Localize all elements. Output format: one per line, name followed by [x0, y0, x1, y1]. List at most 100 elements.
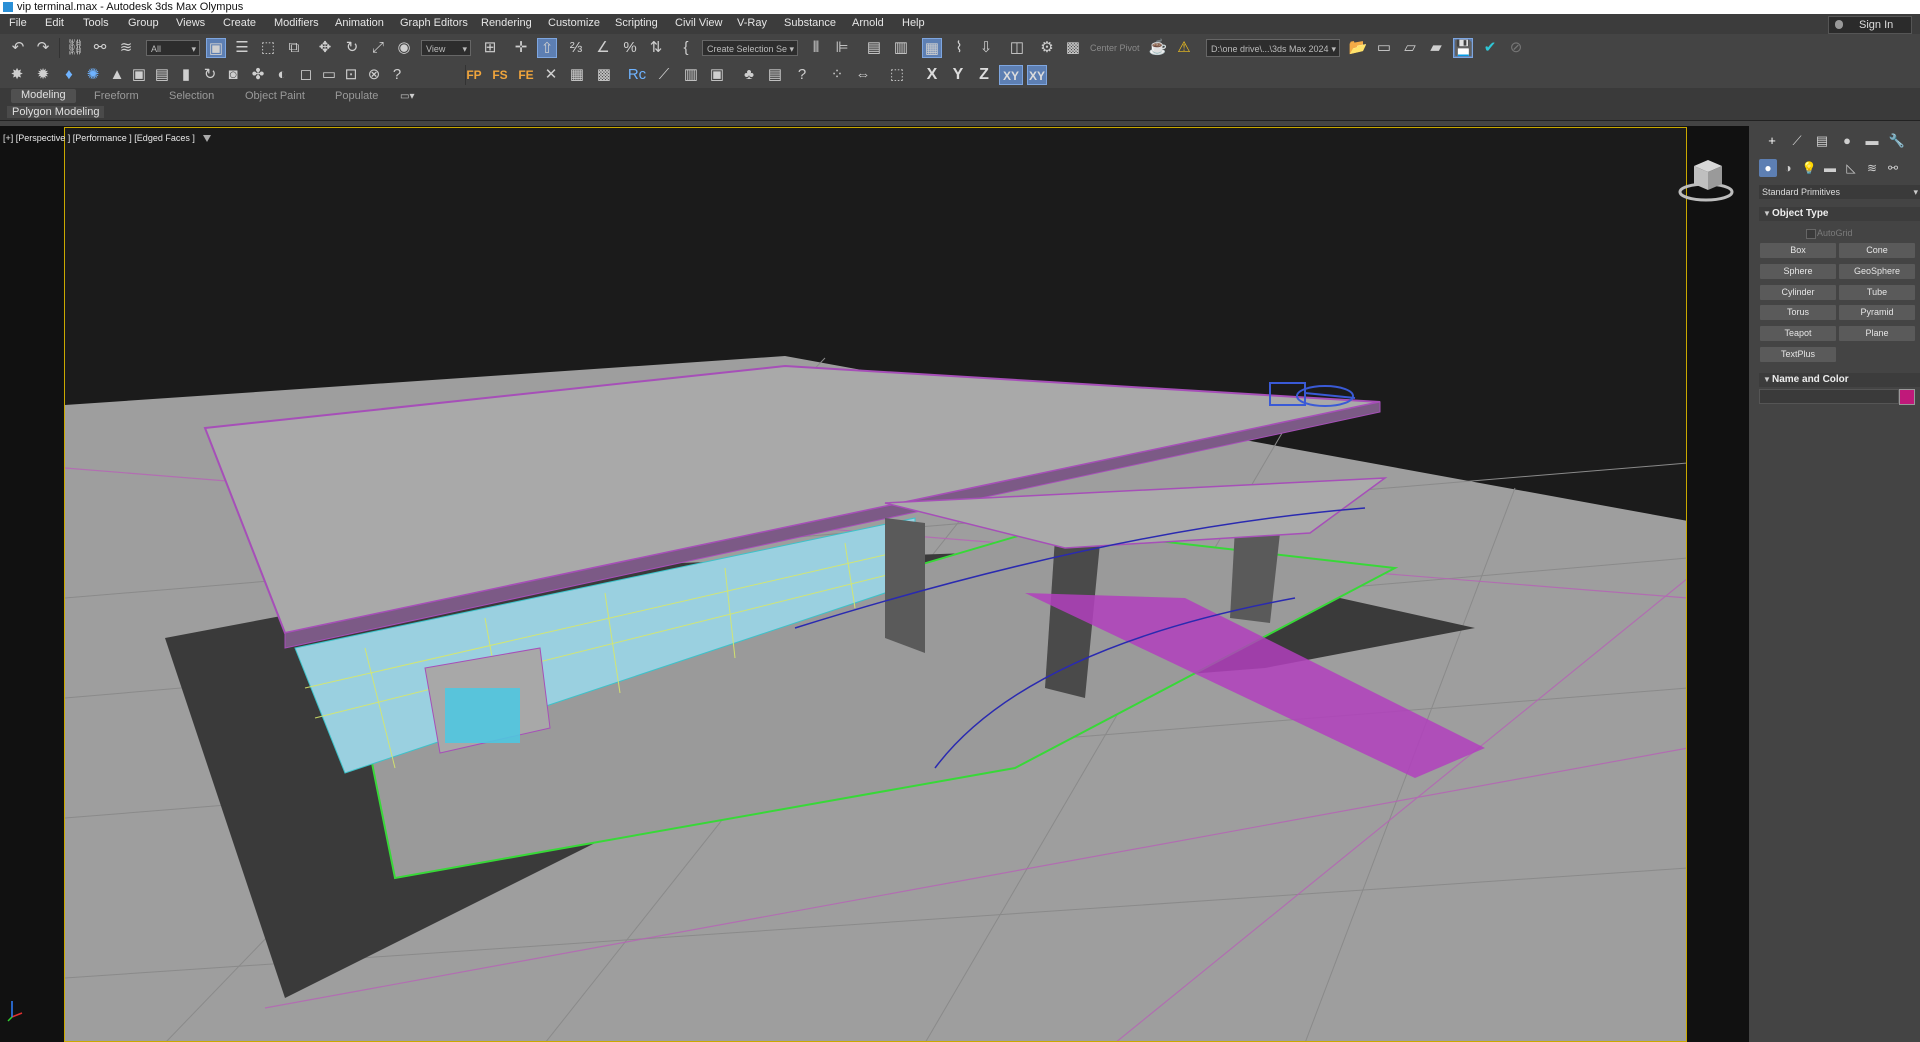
place-icon[interactable]: ◉: [394, 38, 414, 58]
object-color-swatch[interactable]: [1899, 389, 1915, 405]
percent-snap-icon[interactable]: %: [620, 38, 640, 58]
tab-object-paint[interactable]: Object Paint: [245, 90, 305, 102]
viewport-label-text[interactable]: [+] [Perspective ] [Performance ] [Edged…: [3, 133, 195, 143]
torus-button[interactable]: Torus: [1760, 305, 1836, 320]
filter-icon[interactable]: [202, 135, 211, 143]
menu-customize[interactable]: Customize: [548, 17, 600, 29]
link-icon[interactable]: ⛓: [65, 38, 85, 58]
scene-tools-icon[interactable]: ▤: [765, 65, 785, 85]
snaps-toggle-icon[interactable]: ⅔: [566, 38, 586, 58]
render-teapot-icon[interactable]: ☕: [1148, 38, 1168, 58]
axis-xy-cycle-button[interactable]: XY: [1027, 65, 1047, 85]
select-manipulate-icon[interactable]: ✛: [511, 38, 531, 58]
vray-help-icon[interactable]: ?: [387, 65, 407, 85]
project-open-icon[interactable]: 📂: [1348, 38, 1368, 58]
forest-library-icon[interactable]: ▦: [567, 65, 587, 85]
reference-coordinate-dropdown[interactable]: View: [421, 40, 471, 56]
select-object-icon[interactable]: ▣: [206, 38, 226, 58]
move-icon[interactable]: ✥: [315, 38, 335, 58]
vray-ipr-icon[interactable]: ◙: [223, 65, 243, 85]
menu-views[interactable]: Views: [176, 17, 205, 29]
menu-create[interactable]: Create: [223, 17, 256, 29]
unlink-icon[interactable]: ⚯: [90, 38, 110, 58]
teapot-button[interactable]: Teapot: [1760, 326, 1836, 341]
utilities-tab-icon[interactable]: 🔧: [1887, 131, 1907, 151]
project-settings-icon[interactable]: ▰: [1426, 38, 1446, 58]
railclone-icon[interactable]: Rc: [627, 65, 647, 85]
axis-z-button[interactable]: Z: [974, 65, 994, 85]
shapes-icon[interactable]: ◑: [1779, 159, 1797, 177]
redo-icon[interactable]: ↷: [33, 38, 53, 58]
mirror-icon[interactable]: ⫴: [806, 38, 826, 58]
angle-snap-icon[interactable]: ∠: [593, 38, 613, 58]
curve-editor-icon[interactable]: ⌇: [949, 38, 969, 58]
axis-y-button[interactable]: Y: [948, 65, 968, 85]
hierarchy-tab-icon[interactable]: ▤: [1812, 131, 1832, 151]
railclone-materials-icon[interactable]: ▣: [707, 65, 727, 85]
ribbon-toggle-icon[interactable]: ▦: [922, 38, 942, 58]
grid-snap-icon[interactable]: ⁘: [827, 65, 847, 85]
sign-in-button[interactable]: Sign In: [1828, 16, 1912, 34]
project-save-icon[interactable]: ▱: [1400, 38, 1420, 58]
perspective-viewport[interactable]: [64, 127, 1687, 1042]
project-folder-icon[interactable]: ▭: [1374, 38, 1394, 58]
material-editor-icon[interactable]: ◫: [1007, 38, 1027, 58]
center-pivot-label[interactable]: Center Pivot: [1090, 43, 1140, 53]
schematic-view-icon[interactable]: ⇩: [976, 38, 996, 58]
vray-frame-buffer-icon[interactable]: ▮: [176, 65, 196, 85]
autogrid-checkbox[interactable]: AutoGrid: [1806, 228, 1853, 239]
scene-explorer-icon[interactable]: ▤: [864, 38, 884, 58]
name-and-color-rollout[interactable]: ▼ Name and Color: [1759, 373, 1920, 387]
create-tab-icon[interactable]: +: [1762, 131, 1782, 151]
forest-pack-effect-icon[interactable]: FE: [516, 65, 536, 85]
window-crossing-icon[interactable]: ⧉: [284, 38, 304, 58]
tab-modeling[interactable]: Modeling: [11, 89, 76, 103]
box-button[interactable]: Box: [1760, 243, 1836, 258]
menu-help[interactable]: Help: [902, 17, 925, 29]
object-name-field[interactable]: [1759, 389, 1899, 404]
spinner-snap-icon[interactable]: ⇅: [646, 38, 666, 58]
axis-xy-button[interactable]: XY: [999, 65, 1023, 85]
railclone-library-icon[interactable]: ▥: [681, 65, 701, 85]
rendered-frame-window-icon[interactable]: ▩: [1063, 38, 1083, 58]
primitive-category-dropdown[interactable]: Standard Primitives: [1759, 185, 1920, 199]
menu-scripting[interactable]: Scripting: [615, 17, 658, 29]
menu-file[interactable]: File: [9, 17, 27, 29]
vray-box-icon[interactable]: ◻: [296, 65, 316, 85]
forest-lite-icon[interactable]: ▩: [594, 65, 614, 85]
rotate-icon[interactable]: ↻: [342, 38, 362, 58]
rectangular-selection-icon[interactable]: ⬚: [258, 38, 278, 58]
plane-button[interactable]: Plane: [1839, 326, 1915, 341]
menu-group[interactable]: Group: [128, 17, 159, 29]
axis-x-button[interactable]: X: [922, 65, 942, 85]
vray-display-icon[interactable]: ▭: [319, 65, 339, 85]
polygon-modeling-panel[interactable]: Polygon Modeling: [7, 106, 105, 118]
lights-icon[interactable]: 💡: [1800, 159, 1818, 177]
vray-camera-icon[interactable]: ✹: [33, 65, 53, 85]
systems-icon[interactable]: ⚯: [1884, 159, 1902, 177]
vray-sun-icon[interactable]: ✺: [83, 65, 103, 85]
project-path-dropdown[interactable]: D:\one drive\...\3ds Max 2024: [1206, 39, 1340, 57]
align-icon[interactable]: ⊫: [832, 38, 852, 58]
ribbon-options-icon[interactable]: ▭▾: [400, 91, 414, 102]
scale-icon[interactable]: ⤢: [368, 38, 388, 58]
pyramid-button[interactable]: Pyramid: [1839, 305, 1915, 320]
select-by-name-icon[interactable]: ☰: [232, 38, 252, 58]
align-tool-icon[interactable]: ⇔: [853, 65, 873, 85]
vray-render-icon[interactable]: ↻: [200, 65, 220, 85]
autogrid-check-icon[interactable]: [1806, 229, 1816, 239]
geometry-icon[interactable]: ●: [1759, 159, 1777, 177]
tube-button[interactable]: Tube: [1839, 285, 1915, 300]
save-icon[interactable]: 💾: [1453, 38, 1473, 58]
menu-edit[interactable]: Edit: [45, 17, 64, 29]
viewcube-icon[interactable]: [1676, 158, 1734, 202]
selection-box-icon[interactable]: ⬚: [887, 65, 907, 85]
menu-substance[interactable]: Substance: [784, 17, 836, 29]
info-help-icon[interactable]: ?: [792, 65, 812, 85]
forest-pack-surface-icon[interactable]: FS: [490, 65, 510, 85]
forest-pack-icon[interactable]: FP: [464, 65, 484, 85]
layer-explorer-icon[interactable]: ▥: [891, 38, 911, 58]
vray-plane-icon[interactable]: ▤: [152, 65, 172, 85]
vray-clipper-icon[interactable]: ⊡: [341, 65, 361, 85]
object-type-rollout[interactable]: ▼ Object Type: [1759, 207, 1920, 221]
